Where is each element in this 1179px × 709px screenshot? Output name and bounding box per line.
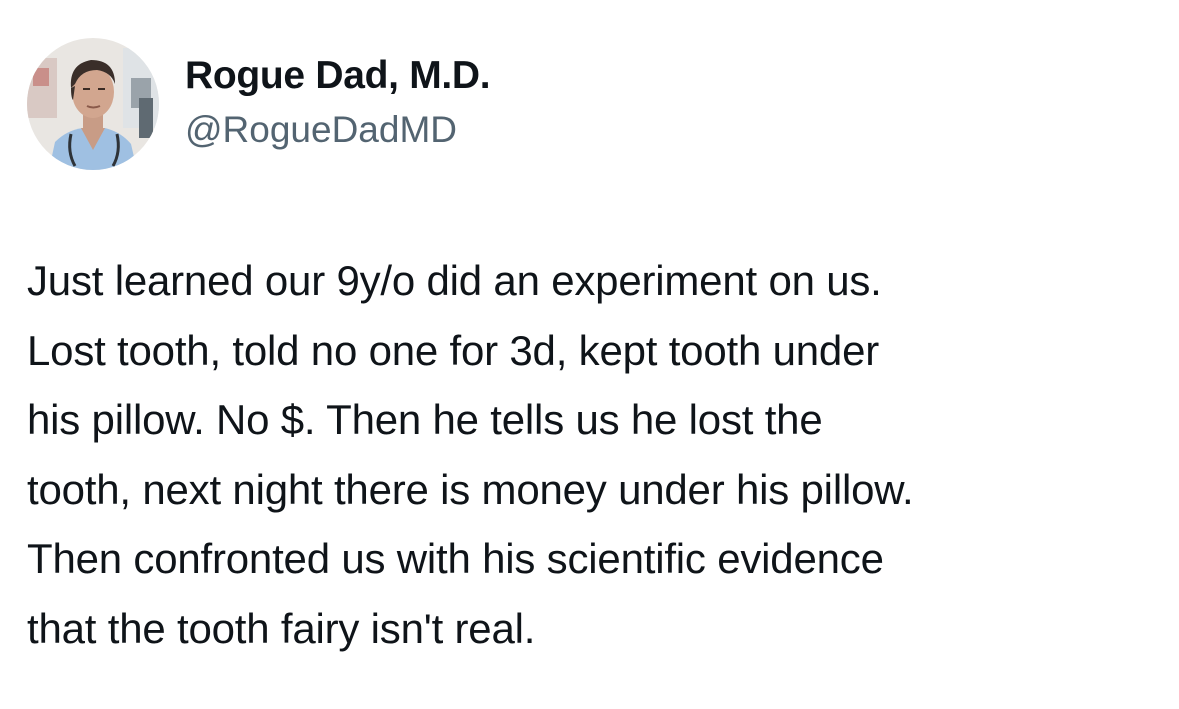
tweet-card: Rogue Dad, M.D. @RogueDadMD Just learned… [0, 0, 1179, 709]
author-handle[interactable]: @RogueDadMD [185, 108, 457, 152]
author-display-name[interactable]: Rogue Dad, M.D. [185, 54, 491, 98]
tweet-text-line: Then confronted us with his scientific e… [27, 535, 884, 582]
tweet-text-line: tooth, next night there is money under h… [27, 465, 914, 513]
profile-photo-icon [27, 38, 159, 170]
author-avatar[interactable] [27, 38, 159, 170]
tweet-text-line: that the tooth fairy isn't real. [27, 604, 536, 652]
tweet-text-line: his pillow. No $. Then he tells us he lo… [27, 396, 823, 443]
tweet-text-line: Lost tooth, told no one for 3d, kept too… [27, 326, 880, 374]
tweet-text: Just learned our 9y/o did an experiment … [27, 246, 1157, 663]
tweet-text-line: Just learned our 9y/o did an experiment … [27, 257, 882, 304]
